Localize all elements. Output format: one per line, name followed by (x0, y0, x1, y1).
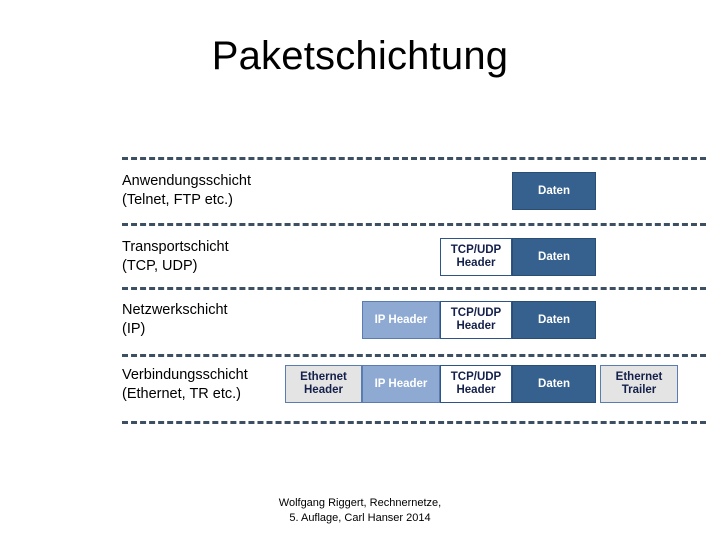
source-credit-line-1: Wolfgang Riggert, Rechnernetze, (278, 497, 442, 509)
separator-rule-bottom (122, 421, 706, 424)
packet-field-tcp-udp-header: TCP/UDP Header (440, 301, 512, 339)
separator-rule-1 (122, 223, 706, 226)
packet-field-ethernet-header: Ethernet Header (285, 365, 362, 403)
packet-row-datalink: Ethernet Header IP Header TCP/UDP Header… (0, 365, 720, 403)
source-credit: Wolfgang Riggert, Rechnernetze, 5. Aufla… (0, 496, 720, 526)
packet-field-ip-header: IP Header (362, 365, 440, 403)
packet-field-daten: Daten (512, 172, 596, 210)
packet-field-daten: Daten (512, 365, 596, 403)
packet-row-transport: TCP/UDP Header Daten (0, 238, 720, 276)
slide-canvas: Paketschichtung Anwendungsschicht (Telne… (0, 0, 720, 540)
packet-field-tcp-udp-header: TCP/UDP Header (440, 365, 512, 403)
packet-row-network: IP Header TCP/UDP Header Daten (0, 301, 720, 339)
packet-field-ip-header: IP Header (362, 301, 440, 339)
separator-rule-3 (122, 354, 706, 357)
separator-rule-top (122, 157, 706, 160)
source-credit-line-2: 5. Auflage, Carl Hanser 2014 (289, 512, 431, 524)
packet-row-application: Daten (0, 172, 720, 210)
packet-field-ethernet-trailer: Ethernet Trailer (600, 365, 678, 403)
separator-rule-2 (122, 287, 706, 290)
page-title: Paketschichtung (211, 34, 509, 78)
packet-field-daten: Daten (512, 238, 596, 276)
packet-field-tcp-udp-header: TCP/UDP Header (440, 238, 512, 276)
packet-field-daten: Daten (512, 301, 596, 339)
